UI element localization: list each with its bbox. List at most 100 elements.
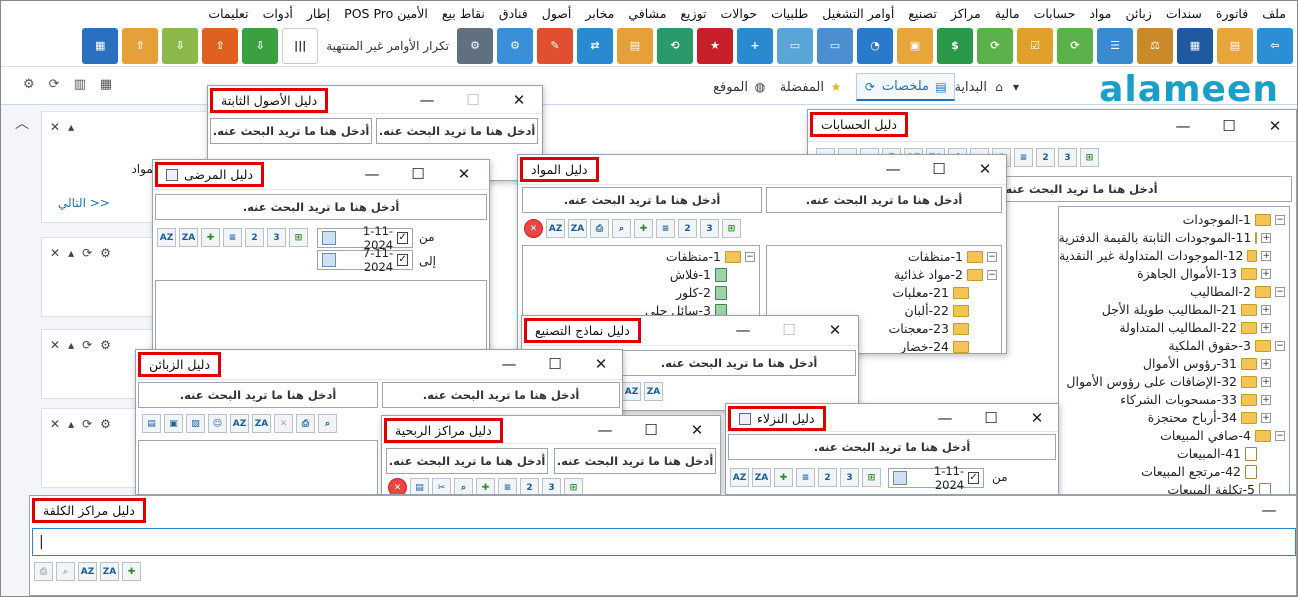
date-from-picker[interactable]: ✓ 1-11-2024 — [888, 464, 984, 492]
menu-assets[interactable]: أصول — [535, 6, 579, 21]
expand-all-icon[interactable]: ⊞ — [564, 478, 583, 494]
minimize-icon[interactable]: — — [870, 160, 916, 178]
download-icon[interactable]: ⇩ — [242, 27, 279, 64]
collapse-node-icon[interactable]: − — [1275, 431, 1285, 441]
tree-node[interactable]: +32-الإضافات على رؤوس الأموال — [1059, 373, 1285, 391]
window-titlebar[interactable]: دليل الزبائن — ☐ ✕ — [136, 350, 622, 380]
next-link[interactable]: التالي >> — [58, 196, 110, 210]
date-from-picker[interactable]: ✓ 1-11-2024 — [317, 224, 413, 252]
minimize-icon[interactable]: — — [1246, 501, 1292, 519]
user-sync-icon[interactable]: ⟲ — [657, 27, 693, 64]
collapse-node-icon[interactable]: − — [987, 270, 997, 280]
menu-frame[interactable]: إطار — [300, 6, 337, 21]
expand-node-icon[interactable]: + — [1261, 233, 1271, 243]
close-icon[interactable]: ✕ — [1014, 409, 1058, 427]
tree-node[interactable]: −1-منظفات — [645, 248, 755, 266]
expand-node-icon[interactable]: + — [1261, 251, 1271, 261]
tree-node[interactable]: 23-معجنات — [888, 320, 997, 338]
menu-manufacturing[interactable]: تصنيع — [901, 6, 944, 21]
pos-register-icon[interactable]: ▦ — [82, 27, 119, 64]
tree-node[interactable]: −3-حقوق الملكية — [1059, 337, 1285, 355]
cut-icon[interactable]: ✂ — [432, 478, 451, 494]
preview-disabled-icon[interactable]: ⌕ — [56, 562, 75, 581]
menu-customers[interactable]: زبائن — [1119, 6, 1159, 21]
level-icon[interactable]: ≡ — [223, 228, 242, 247]
menu-pos-pro[interactable]: الأمين POS Pro — [337, 6, 435, 21]
maximize-icon[interactable]: ☐ — [968, 409, 1014, 427]
sync-icon[interactable]: ⟳ — [977, 27, 1013, 64]
tree-node[interactable]: 1-فلاش — [645, 266, 755, 284]
expand-all-icon[interactable]: ⊞ — [1080, 148, 1099, 167]
calendar-icon[interactable] — [893, 471, 908, 485]
sort-az-icon[interactable]: AZ — [622, 382, 641, 401]
report-icon[interactable]: ▤ — [142, 414, 161, 433]
minimize-icon[interactable]: — — [1160, 117, 1206, 135]
signed-doc-icon[interactable]: ✎ — [537, 27, 573, 64]
level-3-icon[interactable]: 3 — [267, 228, 286, 247]
tree-node[interactable]: +13-الأموال الجاهزة — [1059, 265, 1285, 283]
balance-icon[interactable]: ⚖ — [1137, 27, 1173, 64]
gear-icon[interactable]: ⚙ — [100, 246, 111, 260]
menu-pos[interactable]: نقاط بيع — [435, 6, 492, 21]
cancel-icon[interactable]: ✕ — [388, 478, 407, 494]
preview-icon[interactable]: ⌕ — [454, 478, 473, 494]
menu-hotels[interactable]: فنادق — [492, 6, 535, 21]
sort-za-icon[interactable]: ZA — [752, 468, 771, 487]
menu-transfers[interactable]: حوالات — [714, 6, 765, 21]
level-3-icon[interactable]: 3 — [542, 478, 561, 494]
tree-node[interactable]: +22-المطاليب المتداولة — [1059, 319, 1285, 337]
maximize-icon[interactable]: ☐ — [532, 355, 578, 373]
maximize-icon[interactable]: ☐ — [766, 321, 812, 339]
gear-icon[interactable]: ⚙ — [100, 417, 111, 431]
level-3-icon[interactable]: 3 — [1058, 148, 1077, 167]
minimize-icon[interactable]: — — [486, 355, 532, 373]
level-2-icon[interactable]: 2 — [1036, 148, 1055, 167]
menu-orders[interactable]: طلبيات — [764, 6, 815, 21]
collapse-icon[interactable]: ▴ — [68, 417, 74, 431]
search-input-left[interactable]: أدخل هنا ما تريد البحث عنه. — [522, 187, 762, 213]
upload-icon[interactable]: ⇧ — [202, 27, 239, 64]
clipboard-icon[interactable]: ▤ — [410, 478, 429, 494]
gear-icon[interactable]: ⚙ — [23, 77, 35, 92]
close-icon[interactable]: ✕ — [1252, 117, 1296, 135]
menu-file[interactable]: ملف — [1255, 6, 1293, 21]
sort-az-icon[interactable]: AZ — [157, 228, 176, 247]
expand-node-icon[interactable]: + — [1261, 305, 1271, 315]
close-icon[interactable]: ✕ — [50, 246, 60, 260]
level-icon[interactable]: ≡ — [796, 468, 815, 487]
gear-icon[interactable]: ⚙ — [100, 338, 111, 352]
collapse-up-icon[interactable]: ︿ — [15, 113, 29, 133]
list-icon[interactable]: ≡ — [498, 478, 517, 494]
collapse-node-icon[interactable]: − — [1275, 341, 1285, 351]
sort-az-icon[interactable]: AZ — [78, 562, 97, 581]
import-icon[interactable]: ⇩ — [162, 27, 199, 64]
date-to-picker[interactable]: ✓ 7-11-2024 — [317, 246, 413, 274]
sync-icon[interactable]: ⟳ — [82, 246, 92, 260]
menu-hospitals[interactable]: مشافي — [621, 6, 673, 21]
tree-node[interactable]: +34-أرباح محتجزة — [1059, 409, 1285, 427]
search-input-right[interactable]: أدخل هنا ما تريد البحث عنه. — [382, 382, 620, 408]
user-transfer-icon[interactable]: ⇄ — [577, 27, 613, 64]
tree-node[interactable]: +11-الموجودات الثابتة بالقيمة الدفترية — [1059, 229, 1285, 247]
menu-finance[interactable]: مالية — [988, 6, 1027, 21]
sort-az-icon[interactable]: AZ — [230, 414, 249, 433]
table-icon[interactable]: ▦ — [100, 77, 112, 92]
search-input-left[interactable]: أدخل هنا ما تريد البحث عنه. — [210, 118, 372, 144]
barcode-icon[interactable]: ||| — [282, 27, 319, 64]
tree-node[interactable]: +31-رؤوس الأموال — [1059, 355, 1285, 373]
close-icon[interactable]: ✕ — [674, 421, 720, 439]
sync-icon[interactable]: ⟳ — [82, 417, 92, 431]
document-icon[interactable]: ▤ — [617, 27, 653, 64]
minimize-icon[interactable]: — — [582, 421, 628, 439]
search-input-left[interactable]: أدخل هنا ما تريد البحث عنه. — [138, 382, 378, 408]
tree-node[interactable]: +33-مسحوبات الشركاء — [1059, 391, 1285, 409]
expand-node-icon[interactable]: + — [1261, 359, 1271, 369]
tree-node[interactable]: +12-الموجودات المتداولة غير النقدية — [1059, 247, 1285, 265]
sort-za-icon[interactable]: ZA — [644, 382, 663, 401]
tree-node[interactable]: 42-مرتجع المبيعات — [1059, 463, 1285, 481]
level-2-icon[interactable]: 2 — [520, 478, 539, 494]
cancel-disabled-icon[interactable]: ✕ — [274, 414, 293, 433]
tree-node[interactable]: +21-المطاليب طويلة الأجل — [1059, 301, 1285, 319]
image-icon[interactable]: ▨ — [186, 414, 205, 433]
refresh-icon[interactable]: ⟳ — [1057, 27, 1093, 64]
